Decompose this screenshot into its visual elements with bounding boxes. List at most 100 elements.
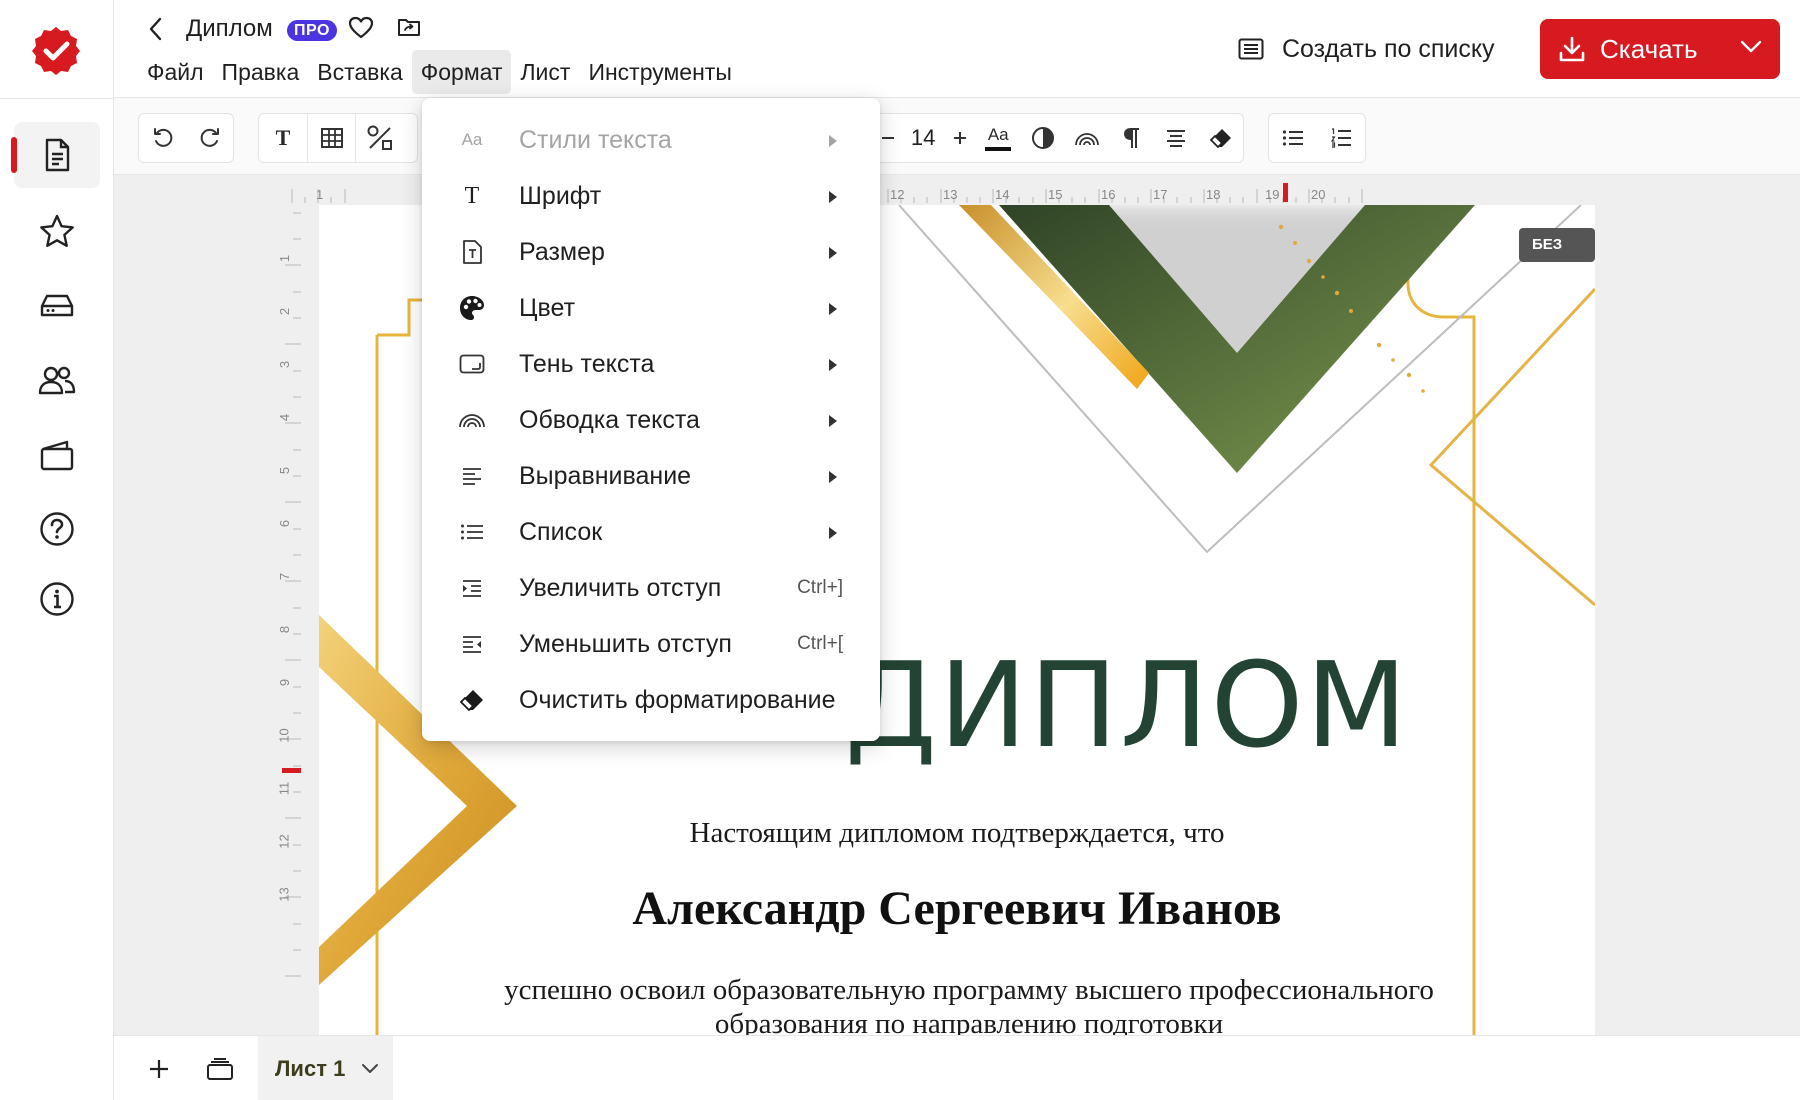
font-size-increase[interactable]: [944, 114, 976, 162]
sidebar-item-team[interactable]: [14, 347, 100, 413]
paragraph-button[interactable]: [1109, 114, 1154, 162]
sidebar-item-info[interactable]: [14, 566, 100, 632]
submenu-arrow-icon: [828, 134, 838, 148]
ruler-label: 8: [277, 625, 293, 634]
menu-item-alignment[interactable]: Выравнивание: [422, 448, 880, 504]
menu-item-indent-increase[interactable]: Увеличить отступ Ctrl+]: [422, 560, 880, 616]
submenu-arrow-icon: [828, 526, 838, 540]
paragraph-icon: [1123, 127, 1141, 149]
ruler-label: 17: [1153, 187, 1168, 202]
download-button[interactable]: Скачать: [1540, 19, 1780, 79]
menu-item-label: Шрифт: [519, 181, 602, 210]
menu-item-label: Обводка текста: [519, 405, 700, 434]
menu-item-label: Цвет: [519, 293, 576, 322]
eraser-icon: [1209, 127, 1233, 149]
menu-item-color[interactable]: Цвет: [422, 280, 880, 336]
create-by-list-button[interactable]: Создать по списку: [1238, 30, 1495, 68]
palette-icon: [458, 294, 486, 322]
ruler-label: 10: [276, 728, 292, 743]
redo-button[interactable]: [186, 114, 233, 162]
insert-table-button[interactable]: [307, 114, 355, 162]
undo-button[interactable]: [139, 114, 186, 162]
ruler-label: 3: [277, 360, 293, 369]
program-description[interactable]: успешно освоил образовательную программу…: [449, 973, 1489, 1035]
app-logo-icon[interactable]: [30, 25, 82, 77]
plus-icon: [953, 131, 967, 145]
menu-sheet[interactable]: Лист: [511, 50, 579, 94]
opacity-button[interactable]: [1020, 114, 1065, 162]
menu-item-font[interactable]: T Шрифт: [422, 168, 880, 224]
certify-line[interactable]: Настоящим дипломом подтверждается, что: [319, 817, 1595, 850]
text-color-glyph: Aa: [987, 124, 1009, 144]
numbered-list-button[interactable]: [1317, 114, 1365, 162]
menu-item-text-shadow[interactable]: Тень текста: [422, 336, 880, 392]
shapes-icon: [366, 124, 394, 152]
layers-icon: [206, 1057, 234, 1081]
menu-format[interactable]: Формат: [411, 50, 512, 94]
menu-item-indent-decrease[interactable]: Уменьшить отступ Ctrl+[: [422, 616, 880, 672]
sheets-list-button[interactable]: [204, 1054, 236, 1084]
sheet-tab-label: Лист 1: [275, 1055, 346, 1081]
contrast-icon: [1031, 126, 1055, 150]
chevron-left-icon: [148, 17, 162, 41]
text-color-button[interactable]: Aa: [976, 114, 1021, 162]
recipient-name[interactable]: Александр Сергеевич Иванов: [319, 881, 1595, 936]
favorite-button[interactable]: [347, 13, 375, 41]
add-sheet-button[interactable]: [144, 1054, 174, 1084]
document-title[interactable]: Диплом: [186, 14, 273, 44]
text-outline-icon: [1074, 130, 1100, 146]
ruler-label: 16: [1101, 187, 1116, 202]
ruler-label: 5: [277, 466, 293, 475]
sheet-tab[interactable]: Лист 1: [258, 1036, 393, 1100]
sidebar-item-drive[interactable]: [14, 272, 100, 338]
menu-item-text-outline[interactable]: Обводка текста: [422, 392, 880, 448]
ruler-label: 20: [1311, 187, 1326, 202]
menu-item-list[interactable]: Список: [422, 504, 880, 560]
ruler-label: 11: [276, 781, 292, 796]
list-card-icon: [1238, 38, 1264, 60]
sidebar-divider: [0, 98, 114, 99]
drive-icon: [39, 292, 75, 318]
bullet-list-button[interactable]: [1269, 114, 1317, 162]
menu-item-text-styles[interactable]: Aa Стили текста: [422, 112, 880, 168]
heart-icon: [348, 16, 374, 39]
font-size-value[interactable]: 14: [902, 125, 945, 151]
align-left-icon: [458, 462, 486, 490]
back-button[interactable]: [142, 14, 168, 44]
menu-item-size[interactable]: Размер: [422, 224, 880, 280]
folder-move-icon: [397, 17, 421, 37]
menu-file[interactable]: Файл: [138, 50, 213, 94]
ruler-label: 6: [277, 519, 293, 528]
menu-insert[interactable]: Вставка: [308, 50, 412, 94]
insert-text-button[interactable]: T: [259, 114, 307, 162]
sheet-bar: Лист 1: [114, 1035, 1800, 1100]
menu-tools[interactable]: Инструменты: [579, 50, 740, 94]
sidebar-item-documents[interactable]: [11, 122, 100, 188]
menu-item-label: Очистить форматирование: [519, 685, 836, 714]
chevron-down-icon[interactable]: [1740, 39, 1762, 53]
table-icon: [320, 127, 344, 149]
sidebar-item-help[interactable]: [14, 496, 100, 562]
menu-edit[interactable]: Правка: [213, 50, 309, 94]
indent-decrease-icon: [458, 630, 486, 658]
insert-shape-button[interactable]: [355, 114, 403, 162]
no-logo-badge[interactable]: БЕЗ ЛОГО: [1519, 228, 1595, 287]
outline-button[interactable]: [1065, 114, 1110, 162]
pro-badge: ПРО: [287, 20, 337, 41]
sidebar-item-favorites[interactable]: [14, 198, 100, 264]
bullet-list-icon: [1282, 129, 1304, 147]
ruler-label: 7: [277, 572, 293, 581]
sidebar-item-wallet[interactable]: [14, 422, 100, 488]
chevron-down-icon[interactable]: [361, 1063, 379, 1074]
ruler-label: 12: [890, 187, 905, 202]
move-to-folder-button[interactable]: [395, 13, 423, 41]
clear-format-button[interactable]: [1198, 114, 1243, 162]
menu-item-clear-formatting[interactable]: Очистить форматирование: [422, 672, 880, 728]
list-group: [1268, 113, 1366, 163]
ruler-label: 19: [1265, 187, 1280, 202]
undo-icon: [152, 127, 174, 149]
ruler-label: 2: [277, 307, 293, 316]
menu-item-shortcut: Ctrl+]: [797, 577, 843, 598]
align-button[interactable]: [1154, 114, 1199, 162]
download-icon: [1558, 35, 1586, 63]
